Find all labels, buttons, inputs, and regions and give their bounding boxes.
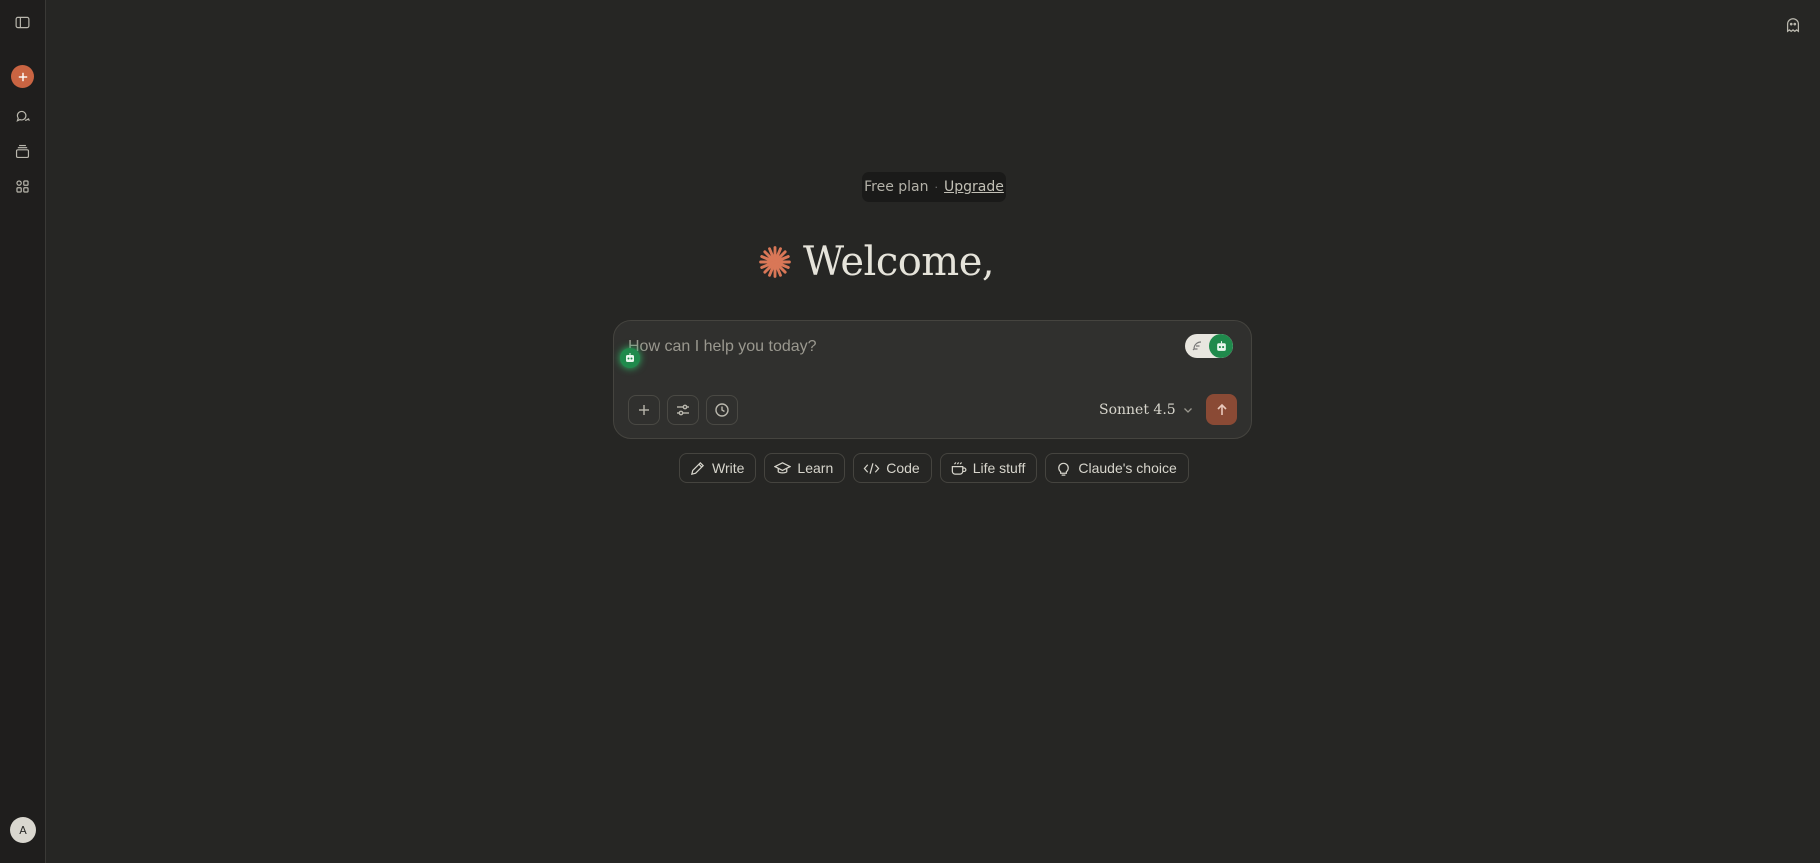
chip-life-stuff[interactable]: Life stuff	[939, 453, 1038, 483]
welcome-heading: Welcome,	[757, 232, 995, 292]
apps-grid-icon	[15, 179, 29, 193]
pencil-icon	[690, 461, 705, 475]
graduation-cap-icon	[774, 461, 792, 473]
sidebar-toggle-button[interactable]	[9, 9, 35, 35]
chip-claudes-choice[interactable]: Claude's choice	[1045, 453, 1189, 483]
suggestion-chips: Write Learn Code Life stuff Claude's cho…	[679, 453, 1189, 483]
chip-write[interactable]: Write	[679, 453, 757, 483]
robot-icon	[1216, 340, 1226, 351]
chip-label: Write	[712, 460, 745, 476]
coffee-cup-icon	[951, 461, 967, 475]
extension-toggle[interactable]	[1185, 334, 1233, 358]
sidebar: A	[0, 0, 46, 863]
chats-button[interactable]	[9, 103, 35, 129]
chip-label: Learn	[797, 460, 834, 476]
send-button[interactable]	[1206, 394, 1237, 425]
plan-label: Free plan	[864, 179, 929, 195]
chip-label: Life stuff	[972, 460, 1026, 476]
avatar-initial: A	[19, 823, 27, 837]
code-icon	[863, 462, 880, 474]
plan-separator: ·	[934, 180, 939, 194]
chip-code[interactable]: Code	[853, 453, 932, 483]
plan-badge: Free plan · Upgrade	[862, 172, 1006, 202]
claude-spark-icon	[759, 246, 791, 278]
chip-label: Code	[886, 460, 920, 476]
extension-badge[interactable]	[620, 348, 640, 368]
composer: Sonnet 4.5	[613, 320, 1252, 439]
prompt-input[interactable]	[628, 335, 1148, 359]
app-root: A Free plan · Upgrade Welcome, How can I…	[0, 0, 1820, 863]
incognito-button[interactable]	[1782, 14, 1804, 36]
projects-icon	[15, 144, 29, 158]
add-attachment-button[interactable]	[628, 395, 660, 425]
ghost-icon	[1786, 18, 1800, 33]
projects-button[interactable]	[9, 138, 35, 164]
new-chat-button[interactable]	[11, 65, 34, 88]
avatar[interactable]: A	[10, 817, 36, 843]
tools-button[interactable]	[667, 395, 699, 425]
plus-icon	[639, 405, 649, 415]
toggle-off-side	[1185, 334, 1209, 358]
chip-label: Claude's choice	[1078, 460, 1177, 476]
sliders-icon	[677, 404, 689, 416]
clock-icon	[715, 403, 729, 417]
welcome-text: Welcome,	[803, 239, 995, 285]
arrow-up-icon	[1216, 403, 1227, 415]
upgrade-link[interactable]: Upgrade	[944, 179, 1004, 195]
chevron-down-icon	[1183, 408, 1192, 413]
feather-icon	[1192, 341, 1202, 351]
sidebar-toggle-icon	[15, 16, 29, 28]
plus-icon	[18, 72, 27, 81]
model-selector[interactable]: Sonnet 4.5	[1099, 395, 1194, 425]
toggle-on-side	[1209, 334, 1233, 358]
artifacts-button[interactable]	[9, 173, 35, 199]
chip-learn[interactable]: Learn	[764, 453, 846, 483]
model-name: Sonnet 4.5	[1099, 402, 1176, 418]
chat-bubbles-icon	[15, 110, 30, 122]
robot-icon	[626, 353, 634, 362]
lightbulb-icon	[1058, 462, 1070, 476]
history-button[interactable]	[706, 395, 738, 425]
